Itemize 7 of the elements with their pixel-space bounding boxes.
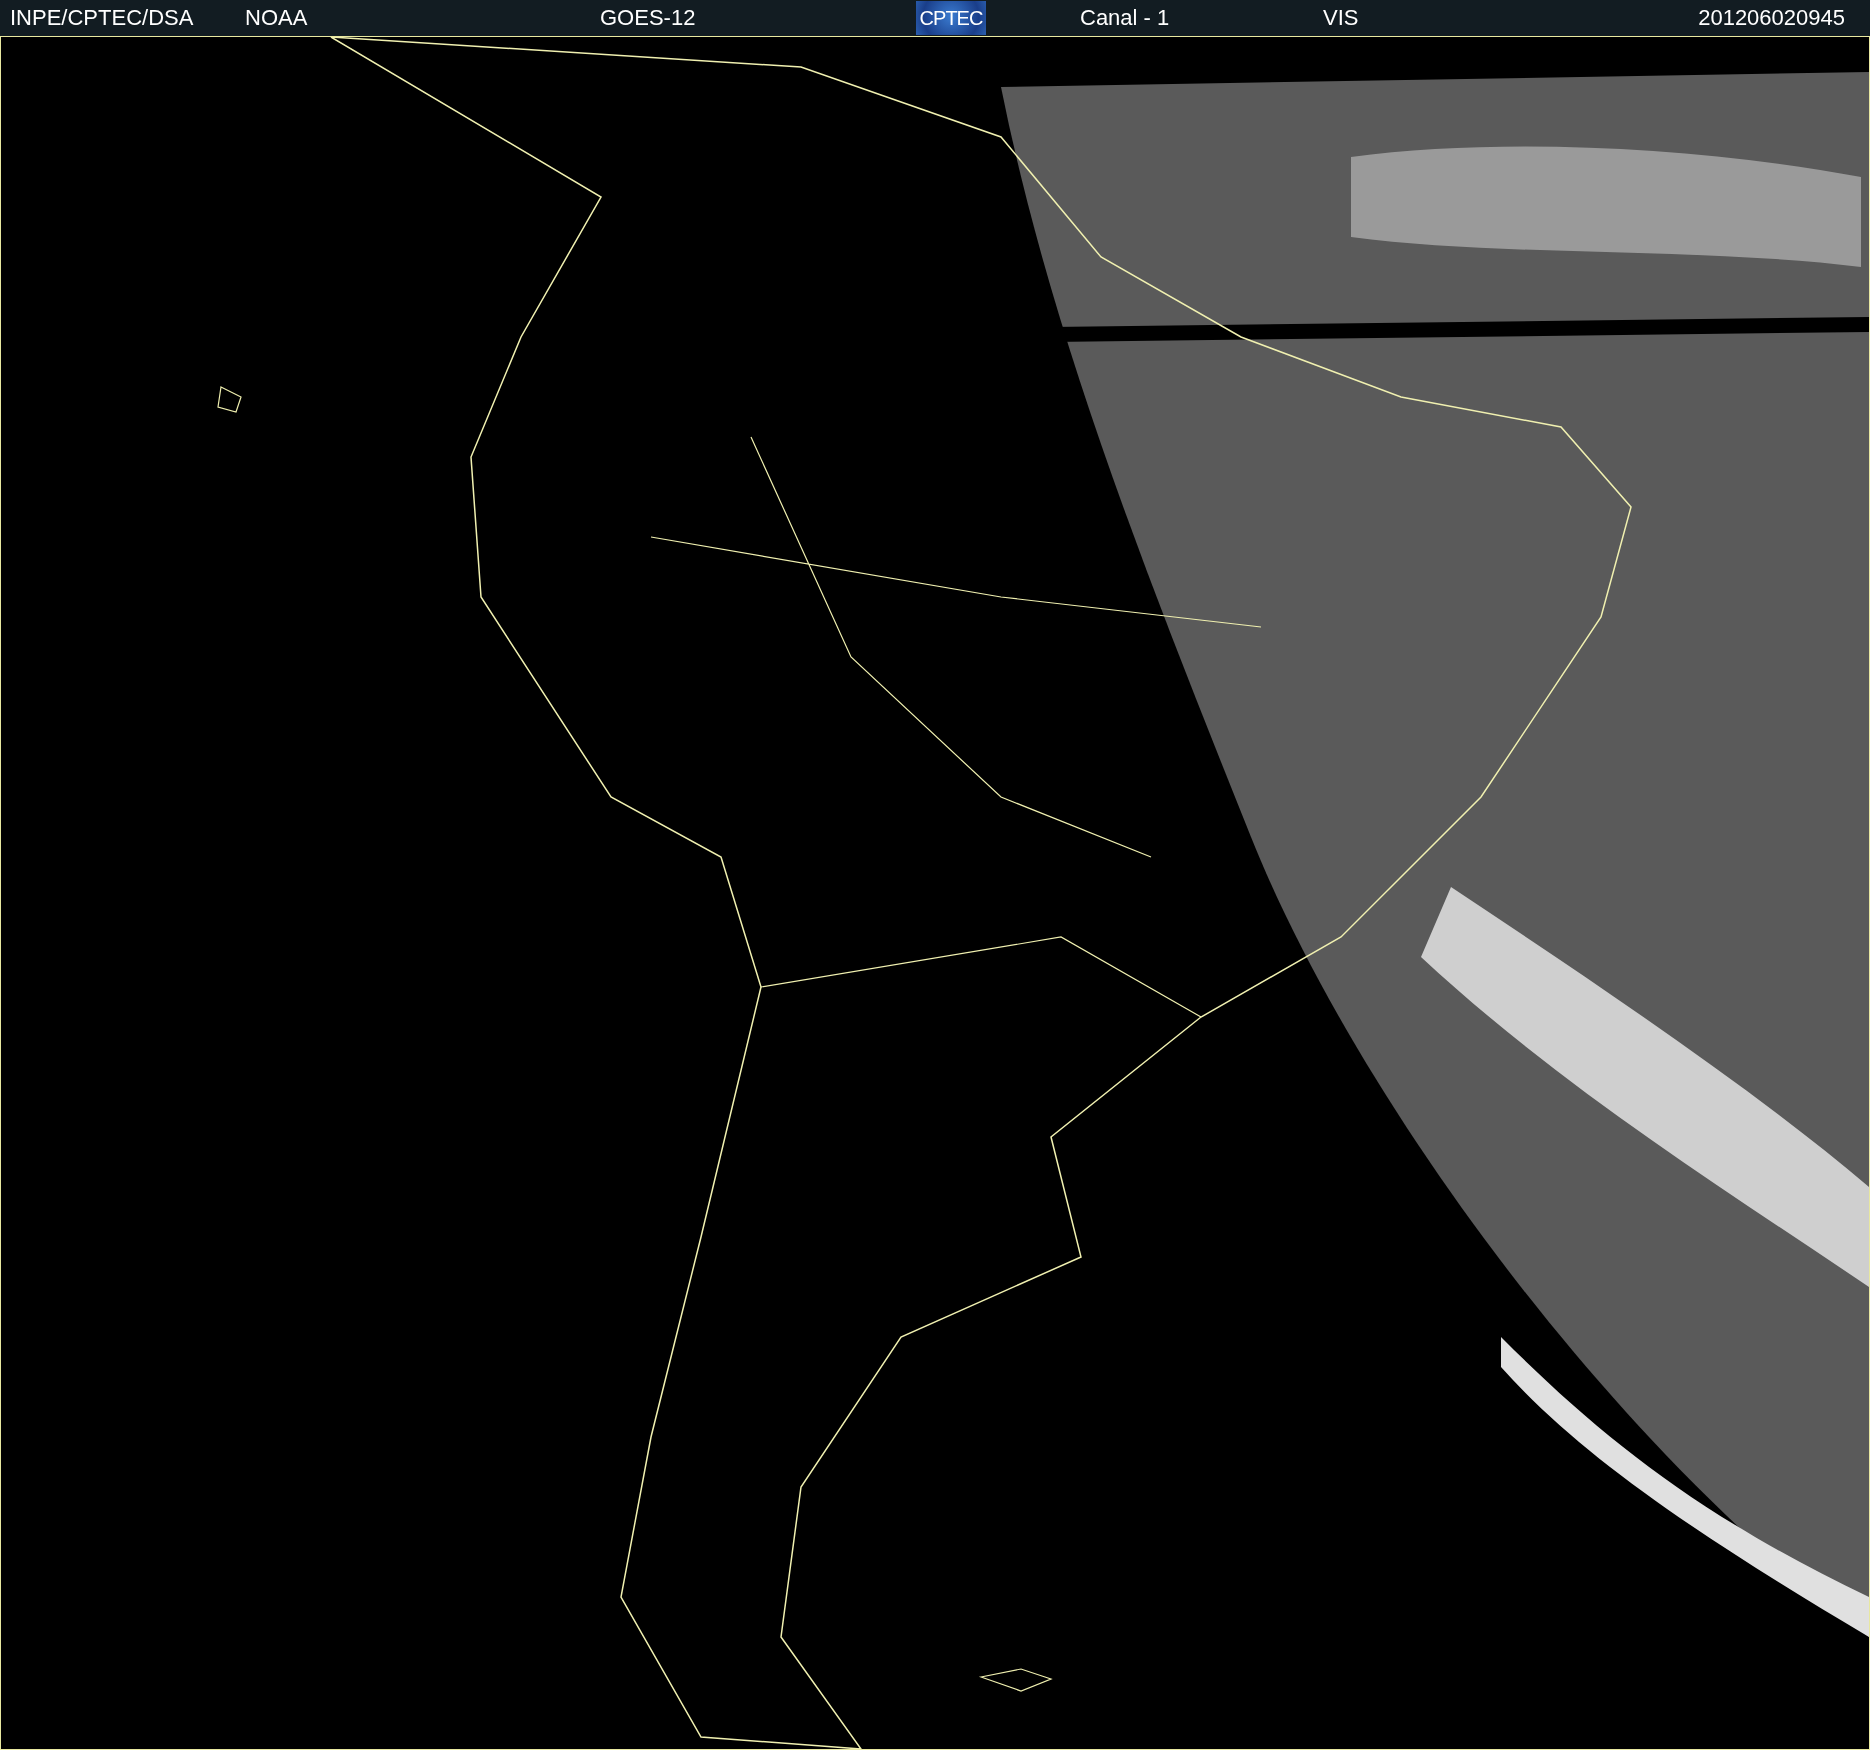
timestamp-label: 201206020945 [1698,5,1846,31]
logo: CPTEC [916,1,986,35]
agency-label: NOAA [245,5,309,31]
band-label: VIS [1323,5,1360,31]
channel-label: Canal - 1 [1080,5,1171,31]
satellite-label: GOES-12 [600,5,697,31]
source-label: INPE/CPTEC/DSA [10,5,195,31]
